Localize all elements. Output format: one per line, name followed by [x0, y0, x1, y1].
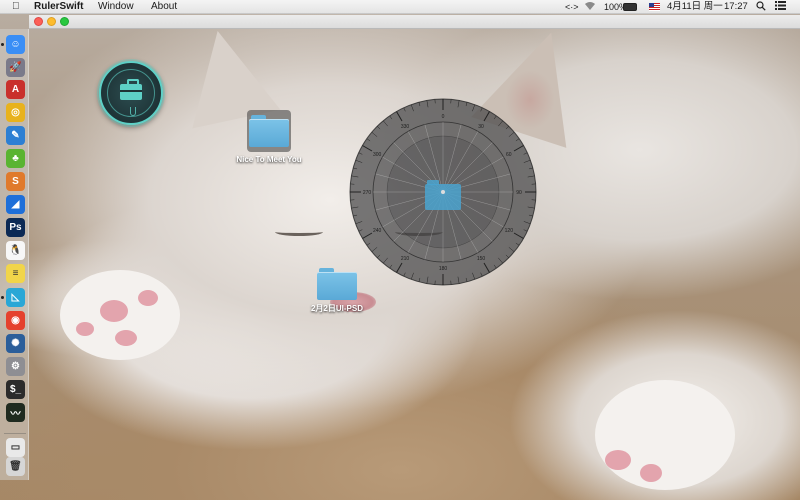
wallpaper-cat-paw-right [595, 380, 735, 490]
dock-xcode-icon[interactable]: ✎ [6, 126, 25, 145]
dock-running-indicator [1, 43, 4, 46]
protractor-degree-label: 150 [477, 256, 486, 262]
menu-date[interactable]: 4月11日 周一 [667, 1, 723, 13]
wallpaper-cat-eye-left [275, 228, 323, 236]
dock-lark-icon[interactable]: ◢ [6, 195, 25, 214]
dock-system-preferences-icon[interactable]: ⚙ [6, 357, 25, 376]
protractor-degree-label: 120 [505, 228, 514, 234]
desktop-folder-nice-to-meet-you[interactable]: Nice To Meet You [233, 110, 305, 164]
dock-preview-icon[interactable]: ▭ [6, 438, 25, 457]
menu-app-name[interactable]: RulerSwift [34, 1, 83, 13]
protractor-tool[interactable]: 0 30 60 90 120 150 180 210 240 270 300 330 [349, 98, 537, 286]
notification-center-icon[interactable] [775, 1, 786, 14]
dock-terminal-icon[interactable]: $_ [6, 380, 25, 399]
dock-stickies-icon[interactable]: ≡ [6, 264, 25, 283]
dock-qq-icon[interactable]: 🐧 [6, 241, 25, 260]
wifi-icon[interactable] [584, 1, 596, 14]
desktop-folder-label: 2月2日UI-PSD [310, 304, 363, 313]
protractor-center-folder-tab [427, 180, 439, 185]
menu-bar:  RulerSwift Window About <·> 100% 4月11日… [0, 0, 800, 14]
spotlight-search-icon[interactable] [756, 1, 766, 15]
widget-pin-icon [130, 107, 136, 116]
wallpaper-cat-paw-left [60, 270, 180, 360]
protractor-center-folder-icon [425, 184, 461, 210]
desktop-folder-label: Nice To Meet You [236, 155, 302, 164]
dock-rulerswift-icon[interactable]: ◺ [6, 288, 25, 307]
dock-activity-monitor-icon[interactable]: 〰 [6, 403, 25, 422]
protractor-degree-label: 300 [373, 152, 382, 158]
menu-about[interactable]: About [151, 1, 177, 13]
protractor-center-pivot[interactable] [441, 190, 445, 194]
us-flag-icon[interactable] [649, 3, 660, 11]
toolbox-icon [120, 79, 142, 100]
window-close-button[interactable] [34, 17, 43, 26]
dock-launchpad-icon[interactable]: 🚀 [6, 58, 25, 77]
dock-acrobat-icon[interactable]: A [6, 80, 25, 99]
protractor-degree-label: 180 [439, 266, 448, 272]
protractor-degree-label: 0 [442, 114, 445, 120]
protractor-degree-label: 90 [516, 190, 522, 196]
network-status-icon[interactable]: <·> [565, 1, 579, 13]
protractor-degree-label: 210 [401, 256, 410, 262]
menu-window[interactable]: Window [98, 1, 134, 13]
dock-trash-icon[interactable]: 🗑 [6, 457, 25, 476]
dock-running-indicator [1, 296, 4, 299]
protractor-degree-label: 330 [401, 124, 410, 130]
dock-sublime-icon[interactable]: S [6, 172, 25, 191]
protractor-degree-label: 60 [506, 152, 512, 158]
window-minimize-button[interactable] [47, 17, 56, 26]
toolbox-widget-button[interactable] [99, 61, 163, 125]
protractor-degree-label: 30 [478, 124, 484, 130]
dock-cleaner-icon[interactable]: ✺ [6, 334, 25, 353]
apple-icon[interactable]:  [12, 1, 20, 13]
protractor-degree-label: 240 [373, 228, 382, 234]
window-titlebar [29, 15, 800, 29]
dock-evernote-icon[interactable]: ♣ [6, 149, 25, 168]
dock-weibo-icon[interactable]: ◉ [6, 311, 25, 330]
battery-icon[interactable] [623, 3, 637, 11]
menu-time[interactable]: 17:27 [724, 1, 748, 13]
dock-chrome-icon[interactable]: ◎ [6, 103, 25, 122]
window-maximize-button[interactable] [60, 17, 69, 26]
dock-photoshop-icon[interactable]: Ps [6, 218, 25, 237]
folder-icon [247, 110, 291, 152]
dock-finder-icon[interactable]: ☺ [6, 35, 25, 54]
protractor-degree-label: 270 [363, 190, 372, 196]
dock-separator [4, 433, 26, 434]
dock: ☺ 🚀 A ◎ ✎ ♣ S ◢ Ps 🐧 ≡ ◺ ◉ ✺ ⚙ $_ 〰 ▭ 🗑 [0, 29, 29, 480]
